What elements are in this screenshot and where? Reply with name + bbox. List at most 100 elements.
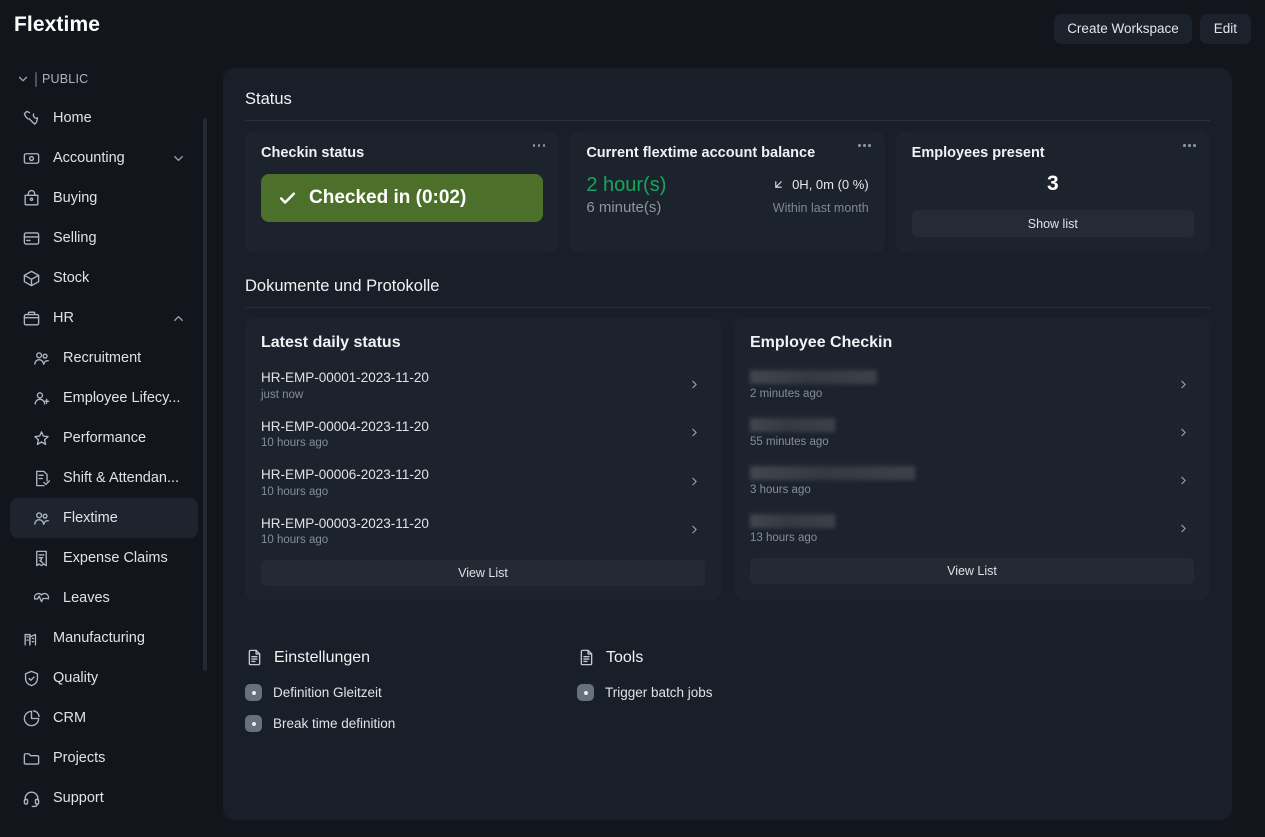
sidebar-item-projects[interactable]: Projects <box>10 738 198 778</box>
chevron-down-icon <box>174 155 183 161</box>
status-section-title: Status <box>245 68 1210 121</box>
chevron-right-icon <box>1181 524 1186 532</box>
employees-present-title: Employees present <box>911 145 1045 161</box>
arrow-down-left-icon <box>775 181 782 188</box>
daily-status-view-list-button[interactable]: View List <box>261 560 705 587</box>
users-icon <box>34 351 49 365</box>
workspace-selector[interactable]: PUBLIC <box>0 56 208 98</box>
link-group: Einstellungen Definition Gleitzeit Break t… <box>245 648 577 746</box>
sidebar: PUBLIC Home Accounting Buying Selling Stock H… <box>0 56 208 837</box>
list-item[interactable]: 2 minutes ago <box>750 360 1194 408</box>
list-item-timestamp: 2 minutes ago <box>750 388 823 400</box>
checkin-status-label: Checked in (0:02) <box>309 187 467 208</box>
link-group-item[interactable]: Trigger batch jobs <box>577 684 909 702</box>
link-groups: Einstellungen Definition Gleitzeit Break t… <box>223 600 1232 746</box>
sidebar-item-label: Selling <box>53 230 97 246</box>
latest-daily-status-title: Latest daily status <box>261 334 401 351</box>
list-item-timestamp: 3 hours ago <box>750 484 811 496</box>
tools-icon <box>23 110 39 125</box>
employees-card-menu-icon[interactable] <box>1183 144 1196 147</box>
star-icon <box>34 430 49 445</box>
link-group-title: Tools <box>606 648 644 666</box>
employee-checkin-title: Employee Checkin <box>750 334 893 351</box>
list-item-timestamp: 10 hours ago <box>261 534 329 547</box>
sidebar-item-recruitment[interactable]: Recruitment <box>10 338 198 378</box>
checklist-icon <box>36 470 51 486</box>
list-item[interactable]: HR-EMP-00003-2023-11-20 10 hours ago <box>261 506 705 555</box>
redacted-name <box>750 370 877 384</box>
list-item[interactable]: 3 hours ago <box>750 456 1194 504</box>
chevron-right-icon <box>1181 380 1186 388</box>
briefcase-icon <box>23 310 40 326</box>
sidebar-item-buying[interactable]: Buying <box>10 178 198 218</box>
sidebar-item-selling[interactable]: Selling <box>10 218 198 258</box>
list-item-primary: HR-EMP-00001-2023-11-20 <box>261 370 429 385</box>
headset-icon <box>23 791 40 807</box>
list-item-timestamp: just now <box>261 388 304 401</box>
link-group-header: Einstellungen <box>245 648 577 667</box>
employees-present-count: 3 <box>1046 172 1059 195</box>
create-workspace-button[interactable]: Create Workspace <box>1054 14 1192 44</box>
sidebar-item-leaves[interactable]: Leaves <box>10 578 198 618</box>
buying-icon <box>24 189 39 206</box>
checkin-card-menu-icon[interactable] <box>532 144 546 147</box>
sidebar-item-quality[interactable]: Quality <box>10 658 198 698</box>
sidebar-item-shift-attendan[interactable]: Shift & Attendan... <box>10 458 198 498</box>
edit-button[interactable]: Edit <box>1199 14 1251 44</box>
sidebar-scrollbar[interactable] <box>203 118 207 671</box>
sidebar-item-accounting[interactable]: Accounting <box>10 138 198 178</box>
link-group-item[interactable]: Break time definition <box>245 715 577 733</box>
status-cards-row: Checkin status Checked in (0:02) Current… <box>223 121 1232 253</box>
sidebar-item-expense-claims[interactable]: Expense Claims <box>10 538 198 578</box>
sidebar-item-label: HR <box>53 310 74 326</box>
sidebar-item-label: Buying <box>53 190 98 206</box>
sidebar-item-hr[interactable]: HR <box>10 298 198 338</box>
list-item-timestamp: 10 hours ago <box>261 485 329 498</box>
show-list-button[interactable]: Show list <box>911 210 1194 237</box>
link-group: Tools Trigger batch jobs <box>577 648 909 746</box>
sidebar-item-label: Employee Lifecy... <box>63 390 181 406</box>
checkin-status-card: Checkin status Checked in (0:02) <box>245 131 560 253</box>
employee-checkin-view-list-button[interactable]: View List <box>750 558 1194 584</box>
redacted-name <box>750 466 915 480</box>
list-item[interactable]: 13 hours ago <box>750 504 1194 552</box>
bullet-icon <box>245 715 262 733</box>
sidebar-item-home[interactable]: Home <box>10 98 198 138</box>
employee-checkin-list: 2 minutes ago 55 minutes ago 3 hours ago 13… <box>750 360 1194 552</box>
sidebar-item-label: Quality <box>53 670 99 686</box>
link-group-item[interactable]: Definition Gleitzeit <box>245 684 577 702</box>
sidebar-item-label: Leaves <box>63 590 110 606</box>
page-title: Flextime <box>14 13 100 36</box>
box-icon <box>23 270 40 286</box>
list-item-primary: HR-EMP-00003-2023-11-20 <box>261 515 429 531</box>
pulse-icon <box>33 592 50 602</box>
chevron-right-icon <box>692 428 697 437</box>
balance-card-menu-icon[interactable] <box>858 144 871 147</box>
sidebar-item-support[interactable]: Support <box>10 778 198 818</box>
sidebar-item-flextime[interactable]: Flextime <box>10 498 198 538</box>
list-item[interactable]: HR-EMP-00001-2023-11-20 just now <box>261 360 705 409</box>
pie-chart-icon <box>23 709 40 726</box>
check-icon <box>279 191 296 204</box>
sidebar-item-crm[interactable]: CRM <box>10 698 198 738</box>
checkin-toggle-button[interactable]: Checked in (0:02) <box>261 174 544 222</box>
top-bar: Flextime Create Workspace Edit <box>0 0 1265 56</box>
redacted-name <box>750 418 835 432</box>
user-plus-icon <box>34 391 50 405</box>
list-item-timestamp: 10 hours ago <box>261 437 329 450</box>
link-group-item-label: Break time definition <box>273 716 396 732</box>
list-item-timestamp: 55 minutes ago <box>750 436 829 448</box>
sidebar-item-manufacturing[interactable]: Manufacturing <box>10 618 198 658</box>
list-item-primary: HR-EMP-00006-2023-11-20 <box>261 467 429 483</box>
list-item[interactable]: 55 minutes ago <box>750 408 1194 456</box>
folder-icon <box>23 752 40 765</box>
lists-row: Latest daily status HR-EMP-00001-2023-11… <box>223 308 1232 601</box>
sidebar-item-stock[interactable]: Stock <box>10 258 198 298</box>
list-item[interactable]: HR-EMP-00006-2023-11-20 10 hours ago <box>261 457 705 506</box>
employee-checkin-card: Employee Checkin 2 minutes ago 55 minutes… <box>734 318 1210 601</box>
sidebar-item-employee-lifecy[interactable]: Employee Lifecy... <box>10 378 198 418</box>
list-item[interactable]: HR-EMP-00004-2023-11-20 10 hours ago <box>261 409 705 458</box>
shield-check-icon <box>24 670 39 686</box>
sidebar-item-label: Expense Claims <box>63 550 168 566</box>
sidebar-item-performance[interactable]: Performance <box>10 418 198 458</box>
